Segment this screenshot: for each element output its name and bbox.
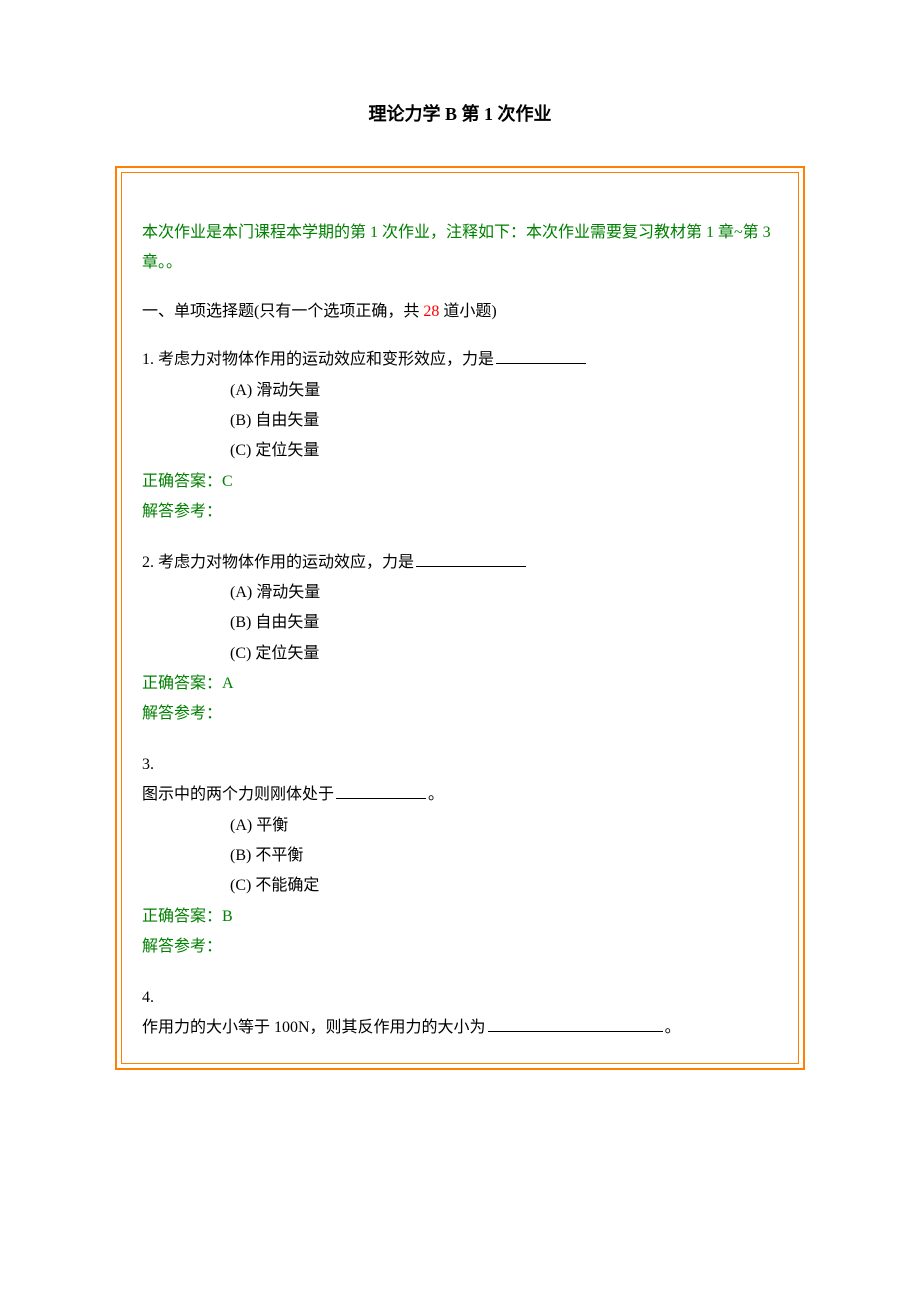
question-text-1: 图示中的两个力则刚体处于 <box>142 786 334 803</box>
content-box-outer: 本次作业是本门课程本学期的第 1 次作业，注释如下：本次作业需要复习教材第 1 … <box>115 166 805 1070</box>
question-text-2: 。 <box>665 1019 681 1036</box>
blank-line <box>496 348 586 364</box>
question-4: 4. 作用力的大小等于 100N，则其反作用力的大小为 。 <box>142 983 778 1044</box>
question-number: 1. <box>142 351 158 368</box>
correct-label: 正确答案： <box>142 675 222 692</box>
option-list: (A) 平衡 (B) 不平衡 (C) 不能确定 <box>142 811 778 902</box>
correct-label: 正确答案： <box>142 473 222 490</box>
option-list: (A) 滑动矢量 (B) 自由矢量 (C) 定位矢量 <box>142 376 778 467</box>
correct-label: 正确答案： <box>142 908 222 925</box>
option-b: (B) 自由矢量 <box>230 608 778 638</box>
page: 理论力学 B 第 1 次作业 本次作业是本门课程本学期的第 1 次作业，注释如下… <box>0 0 920 1302</box>
question-1: 1. 考虑力对物体作用的运动效应和变形效应，力是 (A) 滑动矢量 (B) 自由… <box>142 345 778 527</box>
section-prefix: 一、单项选择题(只有一个选项正确，共 <box>142 303 423 320</box>
answer-value: B <box>222 908 233 925</box>
option-c: (C) 不能确定 <box>230 871 778 901</box>
option-c: (C) 定位矢量 <box>230 436 778 466</box>
question-number: 4. <box>142 983 778 1013</box>
question-text: 考虑力对物体作用的运动效应和变形效应，力是 <box>158 351 494 368</box>
correct-answer: 正确答案：B <box>142 902 778 932</box>
correct-answer: 正确答案：A <box>142 669 778 699</box>
content-box-inner: 本次作业是本门课程本学期的第 1 次作业，注释如下：本次作业需要复习教材第 1 … <box>121 172 799 1064</box>
option-list: (A) 滑动矢量 (B) 自由矢量 (C) 定位矢量 <box>142 578 778 669</box>
blank-line <box>416 550 526 566</box>
answer-reference: 解答参考： <box>142 699 778 729</box>
option-a: (A) 滑动矢量 <box>230 376 778 406</box>
document-title: 理论力学 B 第 1 次作业 <box>115 100 805 126</box>
blank-line <box>336 783 426 799</box>
question-stem: 图示中的两个力则刚体处于 。 <box>142 780 778 810</box>
blank-line <box>488 1016 663 1032</box>
question-2: 2. 考虑力对物体作用的运动效应，力是 (A) 滑动矢量 (B) 自由矢量 (C… <box>142 548 778 730</box>
section-heading: 一、单项选择题(只有一个选项正确，共 28 道小题) <box>142 297 778 327</box>
answer-value: A <box>222 675 234 692</box>
question-text-2: 。 <box>428 786 444 803</box>
question-stem: 2. 考虑力对物体作用的运动效应，力是 <box>142 548 778 578</box>
answer-value: C <box>222 473 233 490</box>
option-b: (B) 不平衡 <box>230 841 778 871</box>
option-c: (C) 定位矢量 <box>230 639 778 669</box>
answer-reference: 解答参考： <box>142 497 778 527</box>
question-stem: 作用力的大小等于 100N，则其反作用力的大小为 。 <box>142 1013 778 1043</box>
answer-reference: 解答参考： <box>142 932 778 962</box>
question-text-1: 作用力的大小等于 100N，则其反作用力的大小为 <box>142 1019 486 1036</box>
question-stem: 1. 考虑力对物体作用的运动效应和变形效应，力是 <box>142 345 778 375</box>
question-number: 3. <box>142 750 778 780</box>
question-3: 3. 图示中的两个力则刚体处于 。 (A) 平衡 (B) 不平衡 (C) 不能确定… <box>142 750 778 963</box>
assignment-note: 本次作业是本门课程本学期的第 1 次作业，注释如下：本次作业需要复习教材第 1 … <box>142 218 778 279</box>
option-b: (B) 自由矢量 <box>230 406 778 436</box>
question-text: 考虑力对物体作用的运动效应，力是 <box>158 554 414 571</box>
option-a: (A) 平衡 <box>230 811 778 841</box>
option-a: (A) 滑动矢量 <box>230 578 778 608</box>
correct-answer: 正确答案：C <box>142 467 778 497</box>
section-suffix: 道小题) <box>439 303 496 320</box>
question-count: 28 <box>423 303 439 320</box>
question-number: 2. <box>142 554 158 571</box>
